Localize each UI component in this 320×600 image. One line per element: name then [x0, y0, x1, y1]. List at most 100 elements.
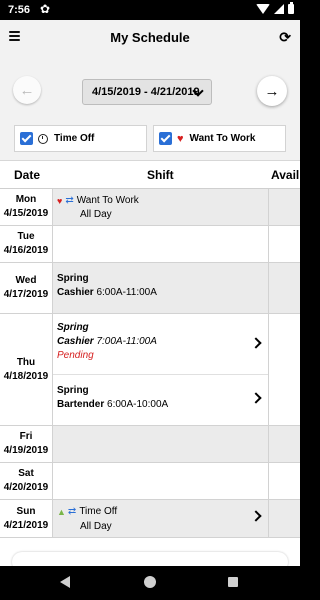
shift-entry: Spring Cashier 6:00A-11:00A: [57, 272, 157, 300]
day-label: Mon: [15, 194, 37, 205]
heart-icon: ♥: [57, 195, 63, 206]
date-cell: Sat 4/20/2019: [0, 463, 53, 499]
shift-cell[interactable]: ♥ ⇄ Want To Work All Day: [53, 189, 268, 225]
heart-icon: ♥: [177, 132, 184, 145]
wifi-icon: [256, 4, 270, 14]
home-icon[interactable]: [144, 576, 156, 588]
table-row: Mon 4/15/2019 ♥ ⇄ Want To Work All Day: [0, 189, 300, 226]
status-time: 7:56: [8, 4, 31, 16]
column-header-shift: Shift: [147, 168, 174, 182]
date-cell: Fri 4/19/2019: [0, 426, 53, 462]
clock-icon: [38, 133, 48, 144]
shift-role: Cashier: [57, 336, 94, 347]
refresh-icon[interactable]: ⟳: [279, 28, 291, 46]
shift-cell[interactable]: ▲ ⇄ Time Off All Day: [53, 500, 268, 537]
bottom-action-button[interactable]: [12, 552, 288, 566]
date-label: 4/21/2019: [3, 519, 49, 531]
shift-time: 6:00A-10:00A: [107, 399, 169, 410]
time-off-entry: ▲ ⇄ Time Off: [57, 506, 117, 517]
avail-cell: [268, 426, 300, 462]
shift-time: 7:00A-11:00A: [96, 336, 157, 347]
table-header: Date Shift Avail: [0, 160, 300, 189]
repeat-icon: ⇄: [67, 506, 77, 517]
day-label: Fri: [19, 431, 33, 442]
app-screen: My Schedule ⟳ ← 4/15/2019 - 4/21/2019 → …: [0, 20, 300, 566]
shift-cell[interactable]: Spring Cashier 6:00A-11:00A: [53, 263, 268, 313]
schedule-table: Date Shift Avail Mon 4/15/2019 ♥ ⇄ Want …: [0, 160, 300, 566]
date-label: 4/20/2019: [3, 482, 49, 493]
arrow-left-icon[interactable]: ←: [13, 76, 41, 104]
filter-time-off[interactable]: Time Off: [14, 125, 147, 152]
filter-want-to-work[interactable]: ♥ Want To Work: [153, 125, 286, 152]
day-label: Sat: [18, 468, 34, 479]
signal-icon: [274, 4, 284, 14]
entry-label: Time Off: [79, 506, 118, 517]
date-label: 4/15/2019: [3, 208, 49, 219]
shift-role: Cashier: [57, 287, 94, 298]
shift-entry-pending[interactable]: Spring Cashier 7:00A-11:00A Pending: [57, 321, 157, 363]
entry-label: Want To Work: [76, 195, 139, 206]
chevron-right-icon[interactable]: [250, 510, 262, 522]
thumbs-up-icon: ▲: [57, 506, 66, 517]
back-icon[interactable]: [60, 576, 70, 588]
date-label: 4/18/2019: [3, 370, 49, 382]
want-to-work-entry: ♥ ⇄ Want To Work: [57, 195, 139, 206]
shift-entry[interactable]: Spring Bartender 6:00A-10:00A: [57, 384, 168, 412]
table-row: Wed 4/17/2019 Spring Cashier 6:00A-11:00…: [0, 263, 300, 314]
system-nav-bar: [0, 566, 300, 600]
shift-location: Spring: [57, 385, 89, 396]
time-off-checkbox[interactable]: [20, 132, 33, 145]
shift-location: Spring: [57, 322, 89, 333]
status-bar: 7:56 ✿: [0, 0, 300, 20]
entry-divider: [53, 374, 268, 375]
date-label: 4/17/2019: [3, 289, 49, 300]
shift-location: Spring: [57, 273, 89, 284]
pending-status: Pending: [57, 350, 94, 361]
avail-cell: [268, 226, 300, 262]
gear-icon: ✿: [40, 2, 51, 16]
table-row: Sun 4/21/2019 ▲ ⇄ Time Off All Day: [0, 500, 300, 538]
day-label: Thu: [16, 356, 36, 368]
shift-role: Bartender: [57, 399, 105, 410]
shift-cell[interactable]: [53, 226, 268, 262]
date-cell: Wed 4/17/2019: [0, 263, 53, 313]
avail-cell: [268, 263, 300, 313]
table-row: Tue 4/16/2019: [0, 226, 300, 263]
repeat-icon: ⇄: [65, 195, 74, 206]
date-cell: Sun 4/21/2019: [0, 500, 53, 537]
day-label: Tue: [17, 231, 35, 242]
column-header-avail: Avail: [271, 168, 300, 182]
date-cell: Mon 4/15/2019: [0, 189, 53, 225]
shift-cell[interactable]: [53, 463, 268, 499]
recent-apps-icon[interactable]: [228, 577, 238, 587]
date-range-dropdown[interactable]: 4/15/2019 - 4/21/2019: [82, 79, 212, 105]
entry-detail: All Day: [80, 521, 112, 532]
entry-detail: All Day: [80, 209, 112, 220]
want-to-work-label: Want To Work: [189, 133, 256, 144]
table-row: Sat 4/20/2019: [0, 463, 300, 500]
shift-time: 6:00A-11:00A: [96, 287, 157, 298]
top-bar: My Schedule ⟳: [0, 20, 300, 56]
chevron-right-icon[interactable]: [250, 337, 262, 349]
page-title: My Schedule: [110, 30, 190, 45]
shift-cell[interactable]: [53, 426, 268, 462]
avail-cell: [268, 189, 300, 225]
day-label: Sun: [16, 505, 36, 517]
date-cell: Thu 4/18/2019: [0, 314, 53, 425]
day-label: Wed: [15, 275, 37, 286]
time-off-label: Time Off: [54, 133, 95, 144]
table-row: Thu 4/18/2019 Spring Cashier 7:00A-11:00…: [0, 314, 300, 426]
date-label: 4/16/2019: [3, 245, 49, 256]
shift-cell[interactable]: Spring Cashier 7:00A-11:00A Pending Spri…: [53, 314, 268, 425]
arrow-right-icon[interactable]: →: [257, 76, 287, 106]
avail-cell: [268, 314, 300, 425]
date-cell: Tue 4/16/2019: [0, 226, 53, 262]
battery-icon: [288, 2, 294, 14]
date-range-label: 4/15/2019 - 4/21/2019: [92, 86, 200, 98]
avail-cell: [268, 500, 300, 537]
date-label: 4/19/2019: [3, 445, 49, 456]
want-to-work-checkbox[interactable]: [159, 132, 172, 145]
avail-cell: [268, 463, 300, 499]
table-row: Fri 4/19/2019: [0, 426, 300, 463]
chevron-right-icon[interactable]: [250, 392, 262, 404]
